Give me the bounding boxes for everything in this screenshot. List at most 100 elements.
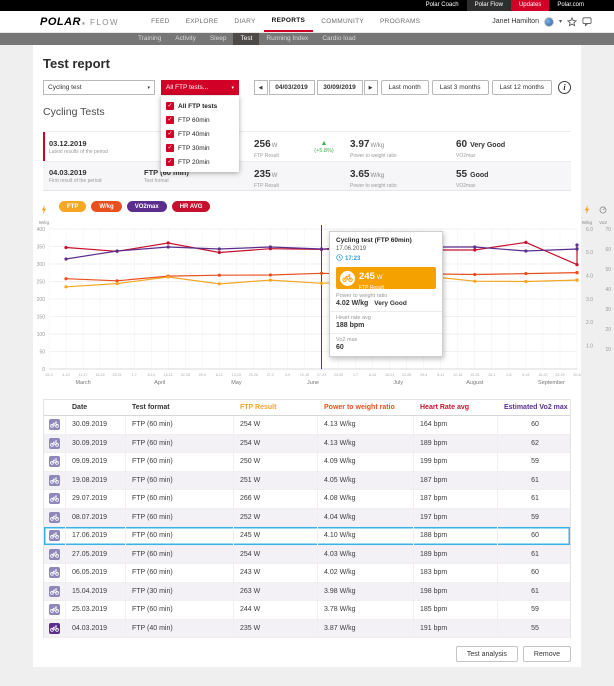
ftp-filter-dropdown[interactable]: All FTP tests... ▾: [161, 80, 239, 95]
topbar-link-updates[interactable]: Updates: [511, 0, 549, 11]
svg-text:20-26: 20-26: [249, 373, 258, 377]
favorites-star-icon[interactable]: [567, 17, 577, 27]
table-row[interactable]: 15.04.2019 FTP (30 min) 263 W 3.98 W/kg …: [44, 583, 570, 602]
subnav-sleep[interactable]: Sleep: [203, 33, 234, 45]
checkbox-checked-icon[interactable]: ✓: [166, 116, 174, 124]
chart-tooltip: Cycling test (FTP 60min) 17.06.2019 17:2…: [329, 231, 443, 357]
cell-date: 17.06.2019: [66, 527, 126, 545]
header-heart-rate-avg: Heart Rate avg: [414, 404, 498, 411]
legend-wkg[interactable]: W/kg: [91, 201, 121, 212]
latest-date: 03.12.2019: [49, 139, 144, 148]
cycling-test-icon: [49, 512, 60, 523]
info-icon[interactable]: i: [558, 81, 571, 94]
checkbox-checked-icon[interactable]: ✓: [166, 102, 174, 110]
legend-vo2max[interactable]: VO2max: [127, 201, 167, 212]
summary-panel: 03.12.2019 Latest results of the period …: [43, 131, 571, 191]
cell-ftp-result: 263 W: [234, 583, 318, 601]
legend-ftp[interactable]: FTP: [59, 201, 86, 212]
subnav-activity[interactable]: Activity: [168, 33, 203, 45]
date-next-button[interactable]: ▶: [364, 80, 378, 95]
svg-text:0: 0: [42, 367, 45, 373]
cycling-test-icon: [49, 549, 60, 560]
ftp-filter-option-all[interactable]: ✓ All FTP tests: [161, 99, 239, 113]
svg-text:2-8: 2-8: [506, 373, 511, 377]
messages-bubble-icon[interactable]: [582, 17, 592, 26]
user-name[interactable]: Janet Hamilton: [492, 18, 539, 25]
table-row[interactable]: 25.03.2019 FTP (60 min) 244 W 3.78 W/kg …: [44, 601, 570, 620]
table-row[interactable]: 30.09.2019 FTP (60 min) 254 W 4.13 W/kg …: [44, 435, 570, 454]
table-row[interactable]: 17.06.2019 FTP (60 min) 245 W 4.10 W/kg …: [44, 527, 570, 546]
date-from-input[interactable]: 04/03/2019: [269, 80, 315, 95]
ftp-filter-option-30min[interactable]: ✓ FTP 30min: [161, 141, 239, 155]
svg-text:6.0: 6.0: [586, 227, 593, 233]
latest-ftp-label: FTP Result: [254, 153, 312, 159]
table-row[interactable]: 30.09.2019 FTP (60 min) 254 W 4.13 W/kg …: [44, 416, 570, 435]
table-row[interactable]: 19.08.2019 FTP (60 min) 251 W 4.05 W/kg …: [44, 472, 570, 491]
svg-text:50: 50: [39, 349, 45, 355]
cell-test-format: FTP (60 min): [126, 416, 234, 434]
table-row[interactable]: 09.09.2019 FTP (60 min) 250 W 4.09 W/kg …: [44, 453, 570, 472]
test-trend-chart[interactable]: 25-34-1011-1718-2425-311-78-1415-2122-28…: [43, 221, 571, 397]
nav-reports[interactable]: REPORTS: [264, 11, 314, 32]
table-row[interactable]: 08.07.2019 FTP (60 min) 252 W 4.04 W/kg …: [44, 509, 570, 528]
ftp-filter-option-20min[interactable]: ✓ FTP 20min: [161, 155, 239, 169]
remove-button[interactable]: Remove: [523, 646, 571, 662]
cell-date: 15.04.2019: [66, 583, 126, 601]
test-analysis-button[interactable]: Test analysis: [456, 646, 518, 662]
svg-text:23-29: 23-29: [555, 373, 564, 377]
cell-estimated-vo2-max: 60: [498, 564, 572, 582]
cell-ftp-result: 252 W: [234, 509, 318, 527]
legend-hr-avg[interactable]: HR AVG: [172, 201, 211, 212]
last-month-button[interactable]: Last month: [381, 80, 429, 95]
user-menu-caret-icon[interactable]: ▾: [559, 18, 562, 25]
chart-canvas[interactable]: 25-34-1011-1718-2425-311-78-1415-2122-28…: [37, 221, 614, 391]
svg-text:15-21: 15-21: [385, 373, 394, 377]
table-row[interactable]: 04.03.2019 FTP (40 min) 235 W 3.87 W/kg …: [44, 620, 570, 639]
nav-explore[interactable]: EXPLORE: [178, 11, 227, 32]
cell-heart-rate-avg: 197 bpm: [414, 509, 498, 527]
svg-text:5-11: 5-11: [437, 373, 444, 377]
sport-test-select[interactable]: Cycling test ▾: [43, 80, 155, 95]
table-row[interactable]: 29.07.2019 FTP (60 min) 266 W 4.08 W/kg …: [44, 490, 570, 509]
checkbox-checked-icon[interactable]: ✓: [166, 144, 174, 152]
nav-feed[interactable]: FEED: [143, 11, 178, 32]
report-controls: Cycling test ▾ All FTP tests... ▾ ✓ All …: [43, 80, 571, 95]
date-to-input[interactable]: 30/09/2019: [317, 80, 363, 95]
cell-estimated-vo2-max: 59: [498, 509, 572, 527]
last-12-months-button[interactable]: Last 12 months: [492, 80, 552, 95]
subnav-training[interactable]: Training: [131, 33, 168, 45]
last-3-months-button[interactable]: Last 3 months: [432, 80, 489, 95]
subnav-cardio-load[interactable]: Cardio load: [315, 33, 362, 45]
test-table-body: 30.09.2019 FTP (60 min) 254 W 4.13 W/kg …: [44, 416, 570, 638]
svg-text:10: 10: [605, 347, 611, 353]
cell-heart-rate-avg: 187 bpm: [414, 490, 498, 508]
cell-power-to-weight: 4.03 W/kg: [318, 546, 414, 564]
cell-date: 06.05.2019: [66, 564, 126, 582]
cell-power-to-weight: 4.04 W/kg: [318, 509, 414, 527]
ftp-filter-option-40min[interactable]: ✓ FTP 40min: [161, 127, 239, 141]
cycling-test-icon: [49, 623, 60, 634]
svg-text:5.0: 5.0: [586, 250, 593, 256]
subnav-running-index[interactable]: Running Index: [259, 33, 315, 45]
user-avatar[interactable]: [544, 17, 554, 27]
svg-text:27-2: 27-2: [267, 373, 274, 377]
polar-flow-logo[interactable]: POLAR® FLOW: [40, 16, 119, 28]
topbar-link-polar-coach[interactable]: Polar Coach: [418, 0, 467, 11]
latest-vo2-rating: Very Good: [470, 142, 505, 149]
subnav-test[interactable]: Test: [233, 33, 259, 45]
date-prev-button[interactable]: ◀: [254, 80, 268, 95]
cell-heart-rate-avg: 183 bpm: [414, 564, 498, 582]
nav-programs[interactable]: PROGRAMS: [372, 11, 428, 32]
nav-community[interactable]: COMMUNITY: [313, 11, 372, 32]
table-row[interactable]: 27.05.2019 FTP (60 min) 254 W 4.03 W/kg …: [44, 546, 570, 565]
nav-diary[interactable]: DIARY: [226, 11, 263, 32]
cell-date: 25.03.2019: [66, 601, 126, 619]
svg-text:May: May: [231, 380, 242, 386]
table-row[interactable]: 06.05.2019 FTP (60 min) 243 W 4.02 W/kg …: [44, 564, 570, 583]
checkbox-checked-icon[interactable]: ✓: [166, 158, 174, 166]
topbar-link-polar-com[interactable]: Polar.com: [549, 0, 592, 11]
divider: [330, 333, 442, 334]
checkbox-checked-icon[interactable]: ✓: [166, 130, 174, 138]
ftp-filter-option-60min[interactable]: ✓ FTP 60min: [161, 113, 239, 127]
topbar-link-polar-flow[interactable]: Polar Flow: [467, 0, 511, 11]
